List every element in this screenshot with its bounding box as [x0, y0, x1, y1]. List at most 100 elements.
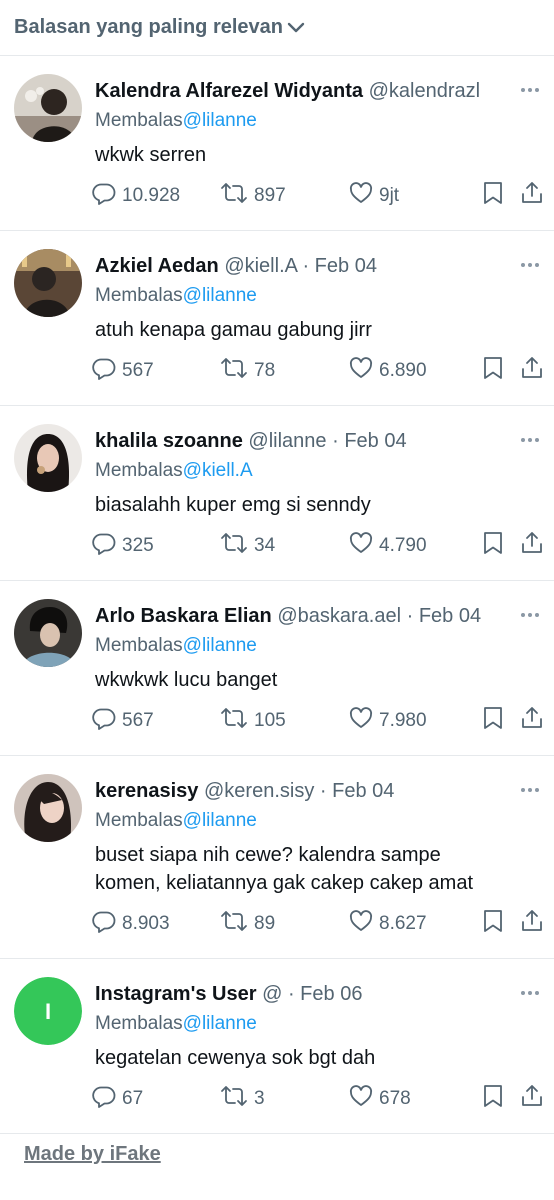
bookmark-icon: [482, 356, 504, 386]
bookmark-button[interactable]: [482, 1083, 504, 1115]
tweet-text: wkwkwk lucu banget: [95, 669, 278, 691]
retweet-button[interactable]: 3: [220, 1083, 265, 1115]
avatar[interactable]: [14, 74, 82, 142]
reply-tweet[interactable]: kerenasisy @keren.sisy · Feb 04 Membalas…: [0, 756, 554, 959]
avatar[interactable]: [14, 249, 82, 317]
like-button[interactable]: 678: [349, 1083, 411, 1115]
sort-label[interactable]: Balasan yang paling relevan: [14, 16, 283, 39]
replying-to-prefix: Membalas: [95, 635, 183, 656]
like-button[interactable]: 8.627: [349, 908, 427, 940]
user-handle[interactable]: @: [262, 983, 282, 1005]
reply-button[interactable]: 10.928: [92, 180, 180, 212]
avatar[interactable]: I: [14, 977, 82, 1045]
retweet-count: 3: [254, 1088, 265, 1109]
like-button[interactable]: 9jt: [349, 180, 399, 212]
reply-button[interactable]: 67: [92, 1083, 143, 1115]
share-button[interactable]: [520, 530, 544, 562]
reply-count: 567: [122, 360, 154, 381]
share-icon: [520, 356, 544, 386]
like-button[interactable]: 6.890: [349, 355, 427, 387]
display-name[interactable]: Instagram's User: [95, 983, 257, 1005]
retweet-button[interactable]: 89: [220, 908, 275, 940]
like-count: 4.790: [379, 535, 427, 556]
reply-count: 567: [122, 710, 154, 731]
replying-to-handle[interactable]: @lilanne: [183, 1013, 257, 1034]
replying-to-handle[interactable]: @lilanne: [183, 810, 257, 831]
reply-tweet[interactable]: Kalendra Alfarezel Widyanta @kalendrazl …: [0, 56, 554, 231]
bookmark-button[interactable]: [482, 908, 504, 940]
retweet-button[interactable]: 105: [220, 705, 286, 737]
reply-button[interactable]: 567: [92, 355, 154, 387]
replying-to-handle[interactable]: @lilanne: [183, 285, 257, 306]
reply-button[interactable]: 325: [92, 530, 154, 562]
avatar[interactable]: [14, 424, 82, 492]
watermark-link[interactable]: Made by iFake: [24, 1143, 161, 1166]
reply-tweet[interactable]: Arlo Baskara Elian @baskara.ael · Feb 04…: [0, 581, 554, 756]
action-bar: 567 105 7.980: [92, 705, 544, 737]
display-name[interactable]: Azkiel Aedan: [95, 255, 219, 277]
display-name[interactable]: Kalendra Alfarezel Widyanta: [95, 80, 363, 102]
reply-tweet[interactable]: Azkiel Aedan @kiell.A · Feb 04 Membalas@…: [0, 231, 554, 406]
share-button[interactable]: [520, 1083, 544, 1115]
replying-to: Membalas@lilanne: [95, 806, 540, 836]
share-button[interactable]: [520, 355, 544, 387]
reply-button[interactable]: 8.903: [92, 908, 170, 940]
display-name[interactable]: Arlo Baskara Elian: [95, 605, 272, 627]
post-date[interactable]: Feb 04: [344, 430, 406, 452]
avatar[interactable]: [14, 774, 82, 842]
chevron-down-icon[interactable]: [287, 22, 305, 34]
reply-count: 8.903: [122, 913, 170, 934]
heart-icon: [349, 909, 373, 939]
replying-to-handle[interactable]: @lilanne: [183, 110, 257, 131]
share-icon: [520, 909, 544, 939]
share-button[interactable]: [520, 705, 544, 737]
like-button[interactable]: 4.790: [349, 530, 427, 562]
user-handle[interactable]: @keren.sisy: [204, 780, 314, 802]
retweet-button[interactable]: 897: [220, 180, 286, 212]
like-count: 9jt: [379, 185, 400, 206]
reply-icon: [92, 1084, 116, 1114]
user-handle[interactable]: @lilanne: [248, 430, 326, 452]
separator-dot: ·: [319, 780, 327, 802]
display-name[interactable]: kerenasisy: [95, 780, 198, 802]
tweet-text: buset siapa nih cewe? kalendra sampe kom…: [95, 844, 473, 894]
display-name[interactable]: khalila szoanne: [95, 430, 243, 452]
like-count: 6.890: [379, 360, 427, 381]
user-handle[interactable]: @kiell.A: [224, 255, 297, 277]
user-handle[interactable]: @baskara.ael: [277, 605, 401, 627]
replies-header[interactable]: Balasan yang paling relevan: [0, 0, 554, 56]
share-icon: [520, 1084, 544, 1114]
retweet-button[interactable]: 34: [220, 530, 275, 562]
post-date[interactable]: Feb 04: [315, 255, 377, 277]
reply-tweet[interactable]: khalila szoanne @lilanne · Feb 04 Membal…: [0, 406, 554, 581]
bookmark-button[interactable]: [482, 355, 504, 387]
post-date[interactable]: Feb 04: [332, 780, 394, 802]
author-line: Azkiel Aedan @kiell.A · Feb 04: [95, 251, 540, 281]
reply-count: 325: [122, 535, 154, 556]
post-date[interactable]: Feb 04: [419, 605, 481, 627]
reply-button[interactable]: 567: [92, 705, 154, 737]
post-date[interactable]: Feb 06: [300, 983, 362, 1005]
user-handle[interactable]: @kalendrazl: [369, 80, 480, 102]
bookmark-button[interactable]: [482, 180, 504, 212]
tweet-text: kegatelan cewenya sok bgt dah: [95, 1047, 376, 1069]
tweet-text: atuh kenapa gamau gabung jirr: [95, 319, 372, 341]
separator-dot: ·: [287, 983, 295, 1005]
heart-icon: [349, 531, 373, 561]
avatar[interactable]: [14, 599, 82, 667]
bookmark-button[interactable]: [482, 530, 504, 562]
author-line: Instagram's User @ · Feb 06: [95, 979, 540, 1009]
reply-icon: [92, 909, 116, 939]
share-button[interactable]: [520, 180, 544, 212]
bookmark-icon: [482, 706, 504, 736]
reply-tweet[interactable]: I Instagram's User @ · Feb 06 Membalas@l…: [0, 959, 554, 1134]
replying-to-handle[interactable]: @kiell.A: [183, 460, 253, 481]
retweet-button[interactable]: 78: [220, 355, 275, 387]
like-button[interactable]: 7.980: [349, 705, 427, 737]
replying-to-handle[interactable]: @lilanne: [183, 635, 257, 656]
author-line: Kalendra Alfarezel Widyanta @kalendrazl: [95, 76, 540, 106]
reply-icon: [92, 531, 116, 561]
retweet-count: 897: [254, 185, 286, 206]
share-button[interactable]: [520, 908, 544, 940]
bookmark-button[interactable]: [482, 705, 504, 737]
